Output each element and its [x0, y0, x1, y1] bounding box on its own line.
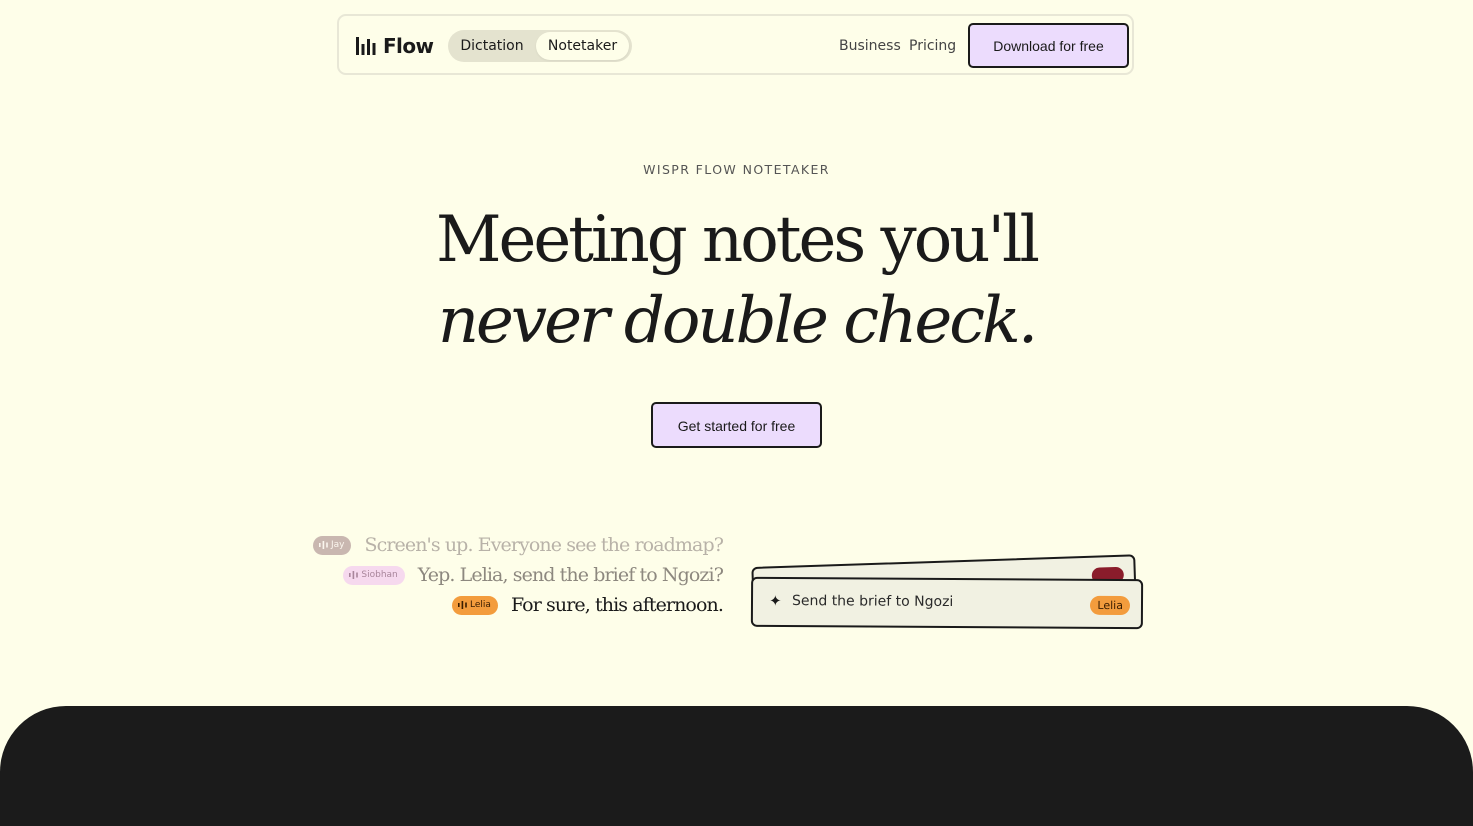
mini-waveform-icon — [318, 541, 328, 549]
speaker-chip-lelia: Lelia — [452, 595, 498, 615]
transcript-line: Siobhan Yep. Lelia, send the brief to Ng… — [343, 561, 724, 589]
download-button[interactable]: Download for free — [968, 23, 1129, 68]
get-started-button[interactable]: Get started for free — [651, 402, 822, 448]
utterance-text: Yep. Lelia, send the brief to Ngozi? — [417, 564, 724, 586]
speaker-chip-jay: Jay — [312, 535, 352, 555]
dark-content-section — [0, 706, 1473, 826]
speaker-name: Jay — [330, 539, 345, 550]
product-switcher: Dictation Notetaker — [448, 30, 632, 62]
speaker-name: Lelia — [470, 599, 491, 610]
utterance-text: For sure, this afternoon. — [510, 594, 724, 616]
hero-headline-line1: Meeting notes you'll — [436, 203, 1040, 277]
action-item-text: Send the brief to Ngozi — [791, 593, 954, 611]
speaker-chip-siobhan: Siobhan — [343, 565, 405, 585]
logo-wordmark: Flow — [383, 34, 434, 58]
top-navbar: Flow Dictation Notetaker Business Pricin… — [337, 14, 1134, 75]
flow-logo-link[interactable]: Flow — [356, 34, 434, 58]
mini-waveform-icon — [458, 601, 467, 609]
transcript-line: Jay Screen's up. Everyone see the roadma… — [312, 531, 724, 559]
nav-link-business[interactable]: Business — [839, 36, 901, 56]
nav-link-pricing[interactable]: Pricing — [909, 36, 956, 56]
mini-waveform-icon — [349, 571, 359, 579]
utterance-text: Screen's up. Everyone see the roadmap? — [364, 534, 723, 556]
sparkle-icon: ✦ — [768, 591, 782, 610]
action-item-card: ✦ Send the brief to Ngozi Lelia — [750, 576, 1144, 630]
waveform-bars-icon — [356, 37, 376, 55]
speaker-name: Siobhan — [361, 569, 398, 580]
transcript-line: Lelia For sure, this afternoon. — [452, 591, 724, 619]
tab-dictation[interactable]: Dictation — [450, 32, 534, 60]
hero-eyebrow: WISPR FLOW NOTETAKER — [643, 162, 830, 177]
assignee-badge: Lelia — [1090, 595, 1131, 616]
tab-notetaker[interactable]: Notetaker — [536, 32, 629, 60]
hero-headline-line2: never double check. — [437, 284, 1038, 358]
